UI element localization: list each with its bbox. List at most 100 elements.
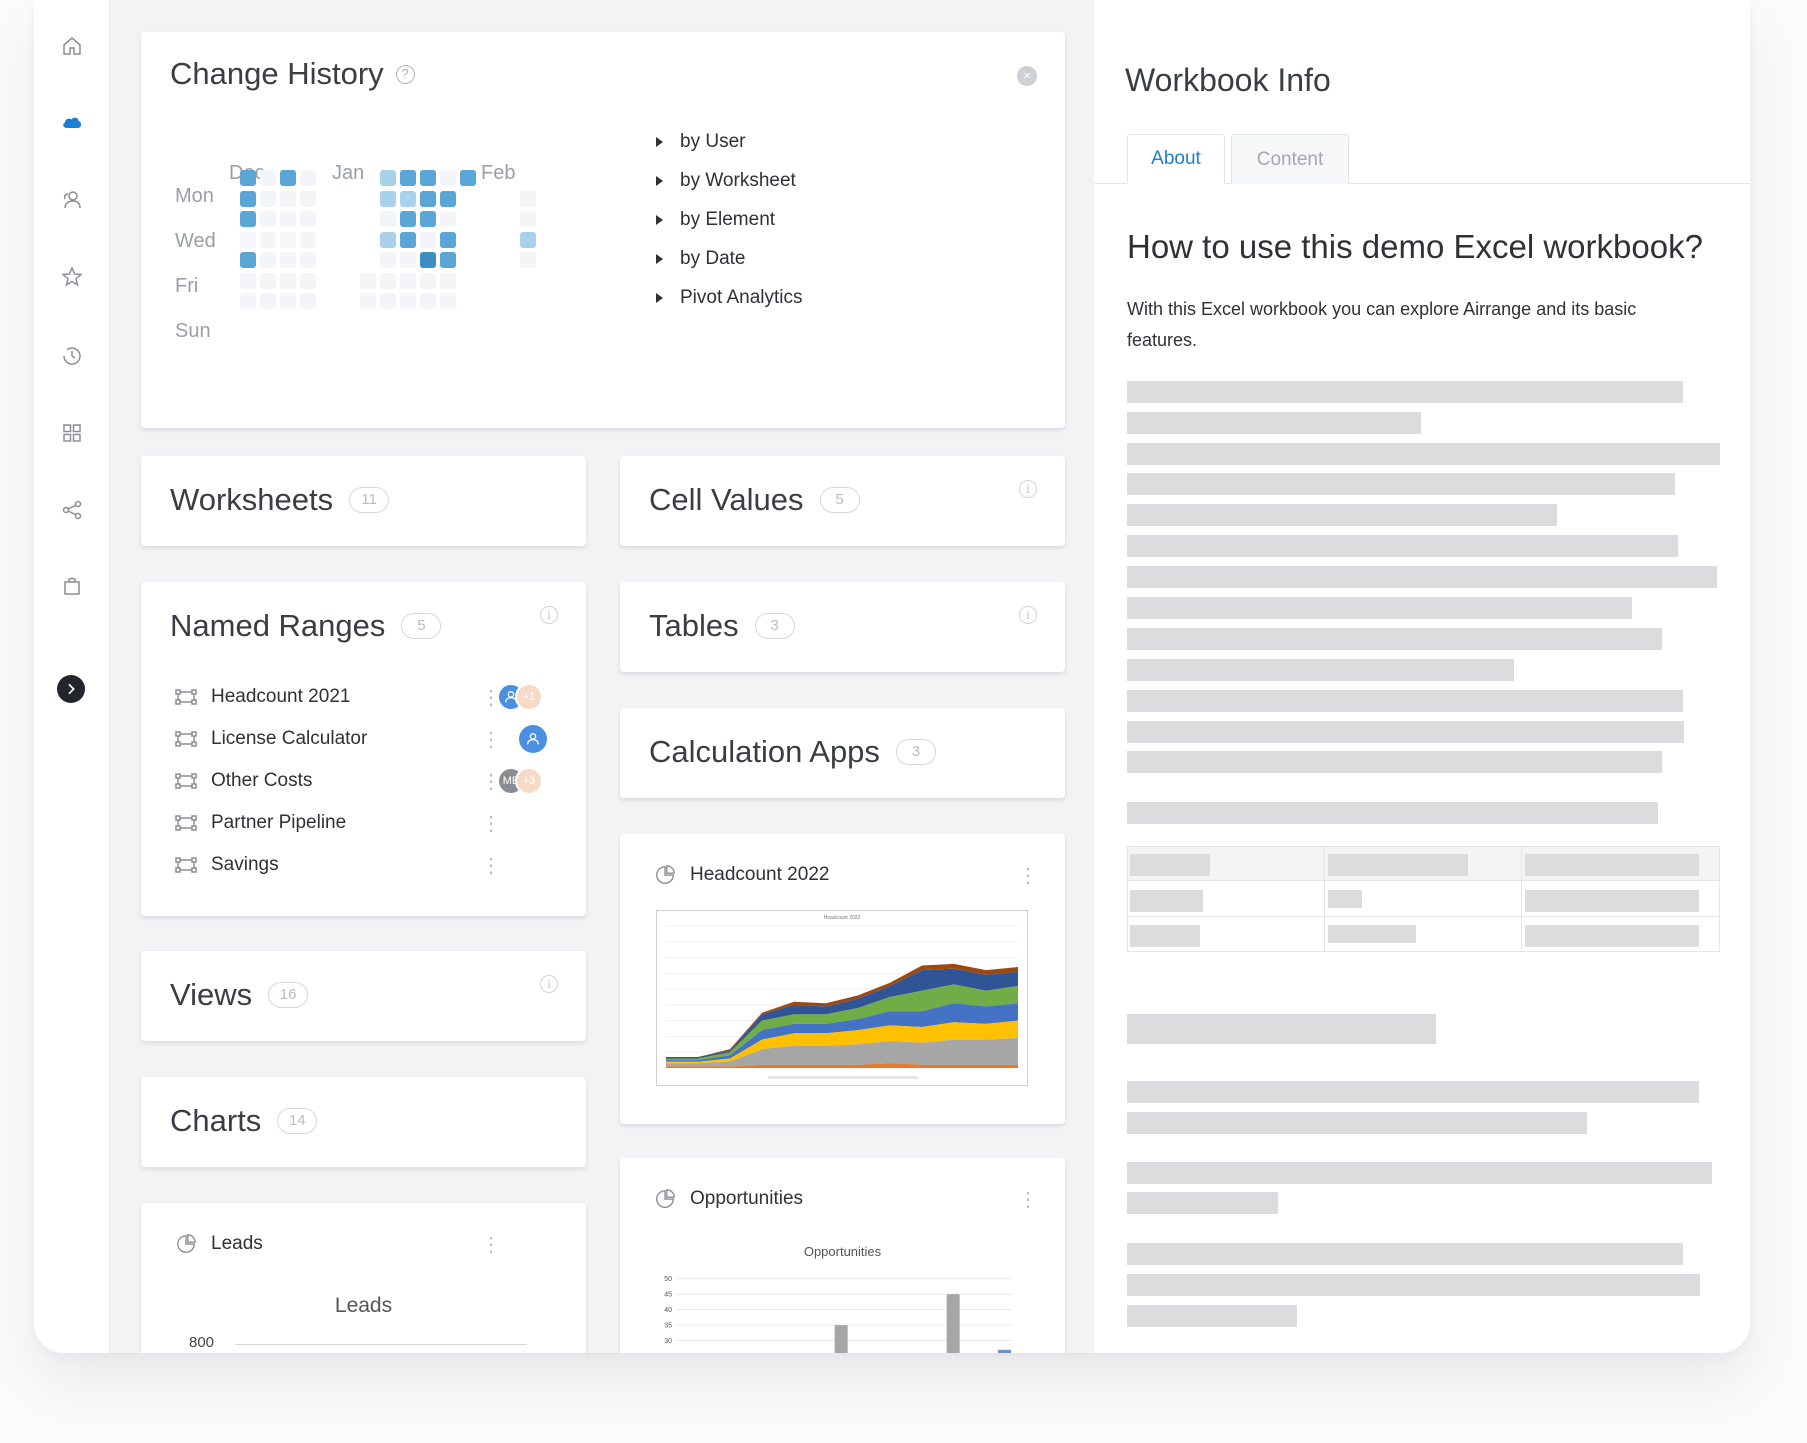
tree-item-by-date[interactable]: by Date [656, 248, 745, 270]
bag-icon[interactable] [56, 570, 88, 602]
heatmap-cell[interactable] [380, 293, 396, 309]
heatmap-cell[interactable] [380, 231, 396, 248]
heatmap-cell[interactable] [240, 211, 256, 227]
heatmap-cell[interactable] [260, 231, 276, 248]
heatmap-cell[interactable] [280, 190, 296, 207]
heatmap-cell[interactable] [260, 170, 276, 186]
heatmap-cell[interactable] [240, 190, 256, 207]
heatmap-cell[interactable] [440, 170, 456, 186]
more-menu-icon[interactable]: ⋮ [481, 856, 501, 876]
heatmap-cell[interactable] [280, 211, 296, 227]
cell-values-card[interactable]: Cell Values 5 i [620, 456, 1065, 546]
charts-card[interactable]: Charts 14 [141, 1077, 586, 1167]
heatmap-cell[interactable] [260, 211, 276, 227]
history-icon[interactable] [56, 340, 88, 372]
tab-about[interactable]: About [1127, 134, 1225, 184]
heatmap-cell[interactable] [460, 170, 476, 186]
heatmap-cell[interactable] [420, 272, 436, 289]
info-icon[interactable]: i [540, 606, 558, 624]
heatmap-cell[interactable] [440, 272, 456, 289]
home-icon[interactable] [56, 30, 88, 62]
heatmap-cell[interactable] [520, 231, 536, 248]
heatmap-cell[interactable] [380, 272, 396, 289]
heatmap-cell[interactable] [400, 231, 416, 248]
heatmap-cell[interactable] [420, 231, 436, 248]
heatmap-cell[interactable] [520, 211, 536, 227]
more-menu-icon[interactable]: ⋮ [481, 730, 501, 750]
heatmap-cell[interactable] [300, 293, 316, 309]
heatmap-cell[interactable] [300, 190, 316, 207]
heatmap-cell[interactable] [380, 170, 396, 186]
avatar[interactable] [519, 725, 547, 753]
heatmap-cell[interactable] [380, 190, 396, 207]
avatar-more[interactable]: +3 [515, 767, 543, 795]
views-card[interactable]: Views 16 i [141, 951, 586, 1041]
heatmap-cell[interactable] [400, 190, 416, 207]
heatmap-cell[interactable] [300, 211, 316, 227]
heatmap-cell[interactable] [380, 252, 396, 268]
tab-content[interactable]: Content [1231, 134, 1349, 184]
heatmap-cell[interactable] [300, 272, 316, 289]
heatmap-cell[interactable] [440, 211, 456, 227]
heatmap-cell[interactable] [420, 211, 436, 227]
more-menu-icon[interactable]: ⋮ [481, 814, 501, 834]
heatmap-cell[interactable] [380, 211, 396, 227]
heatmap-cell[interactable] [280, 293, 296, 309]
heatmap-cell[interactable] [400, 272, 416, 289]
tables-card[interactable]: Tables 3 i [620, 582, 1065, 672]
opportunities-chart-card[interactable]: Opportunities ⋮ Opportunities 50 45 40 35 30… [620, 1158, 1065, 1353]
heatmap-cell[interactable] [360, 272, 376, 289]
heatmap-cell[interactable] [420, 170, 436, 186]
calculation-apps-card[interactable]: Calculation Apps 3 [620, 708, 1065, 798]
heatmap-cell[interactable] [260, 272, 276, 289]
heatmap-cell[interactable] [260, 190, 276, 207]
heatmap-cell[interactable] [520, 252, 536, 268]
heatmap-cell[interactable] [300, 252, 316, 268]
help-icon[interactable]: ? [395, 64, 415, 84]
heatmap-cell[interactable] [420, 293, 436, 309]
heatmap-cell[interactable] [440, 190, 456, 207]
worksheets-card[interactable]: Worksheets 11 [141, 456, 586, 546]
more-menu-icon[interactable]: ⋮ [481, 1235, 501, 1255]
heatmap-cell[interactable] [240, 272, 256, 289]
leads-chart-card[interactable]: Leads ⋮ Leads 800 [141, 1203, 586, 1353]
heatmap-cell[interactable] [400, 211, 416, 227]
tree-item-by-worksheet[interactable]: by Worksheet [656, 170, 796, 192]
heatmap-cell[interactable] [400, 252, 416, 268]
heatmap-cell[interactable] [240, 252, 256, 268]
heatmap-cell[interactable] [300, 170, 316, 186]
cloud-icon[interactable] [56, 106, 88, 138]
close-icon[interactable]: × [1017, 66, 1037, 86]
heatmap-cell[interactable] [280, 170, 296, 186]
info-icon[interactable]: i [1019, 480, 1037, 498]
heatmap-cell[interactable] [280, 231, 296, 248]
more-menu-icon[interactable]: ⋮ [1018, 866, 1038, 886]
star-icon[interactable] [56, 261, 88, 293]
heatmap-cell[interactable] [240, 231, 256, 248]
tree-item-pivot-analytics[interactable]: Pivot Analytics [656, 287, 803, 309]
heatmap-cell[interactable] [440, 231, 456, 248]
tree-item-by-user[interactable]: by User [656, 131, 745, 153]
headcount-chart-card[interactable]: Headcount 2022 ⋮ Headcount 2022 [620, 834, 1065, 1124]
avatar-more[interactable]: +1 [515, 683, 543, 711]
heatmap-cell[interactable] [280, 252, 296, 268]
tree-item-by-element[interactable]: by Element [656, 209, 775, 231]
heatmap-cell[interactable] [260, 293, 276, 309]
heatmap-cell[interactable] [400, 170, 416, 186]
heatmap-cell[interactable] [360, 293, 376, 309]
heatmap-cell[interactable] [240, 170, 256, 186]
heatmap-cell[interactable] [420, 190, 436, 207]
heatmap-cell[interactable] [260, 252, 276, 268]
heatmap-cell[interactable] [420, 252, 436, 268]
heatmap-cell[interactable] [280, 272, 296, 289]
info-icon[interactable]: i [540, 975, 558, 993]
heatmap-cell[interactable] [400, 293, 416, 309]
more-menu-icon[interactable]: ⋮ [1018, 1190, 1038, 1210]
heatmap-cell[interactable] [240, 293, 256, 309]
grid-icon[interactable] [56, 417, 88, 449]
more-menu-icon[interactable]: ⋮ [481, 688, 501, 708]
heatmap-cell[interactable] [520, 190, 536, 207]
expand-sidebar-button[interactable] [57, 675, 85, 703]
more-menu-icon[interactable]: ⋮ [481, 772, 501, 792]
share-icon[interactable] [56, 494, 88, 526]
